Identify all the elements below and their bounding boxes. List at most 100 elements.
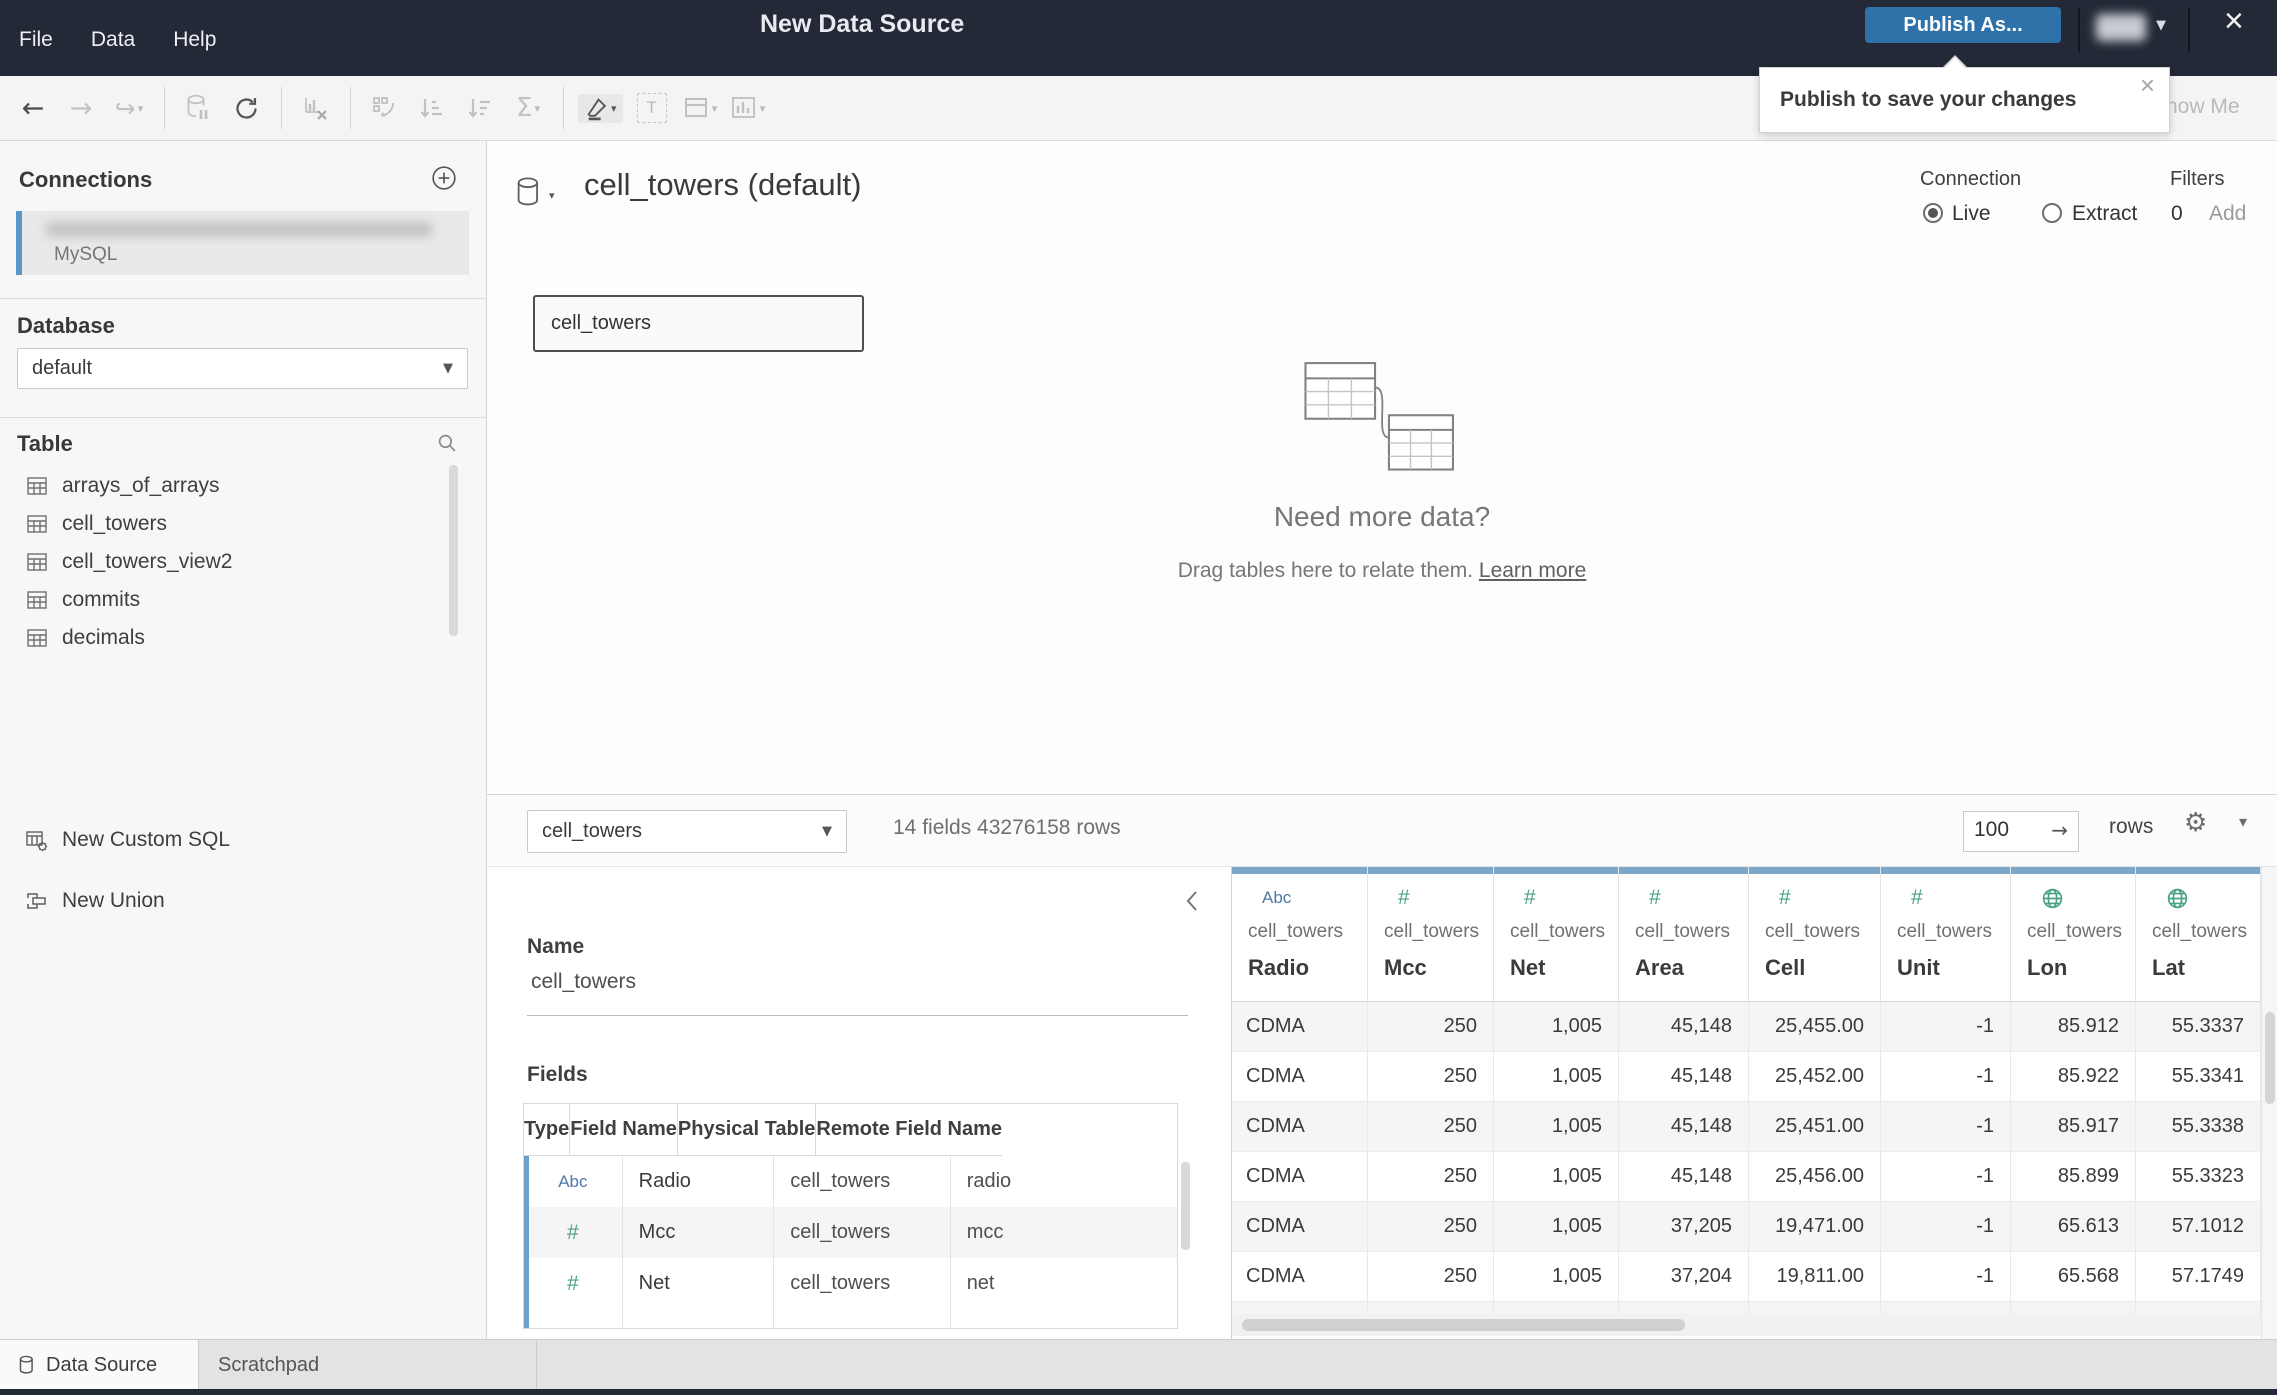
grid-cell: -1 — [1881, 1252, 2011, 1301]
titlebar-separator — [2188, 8, 2190, 52]
totals-icon[interactable]: Σ ▾ — [509, 88, 547, 128]
connection-section-label: Connection — [1920, 168, 2022, 190]
name-value-field[interactable]: cell_towers — [531, 970, 636, 994]
column-type-icon: # — [1911, 886, 1923, 909]
field-row[interactable]: # Mcc cell_towers mcc — [524, 1207, 1177, 1258]
search-icon[interactable] — [437, 433, 457, 458]
field-row[interactable]: Abc Radio cell_towers radio — [524, 1156, 1177, 1207]
show-mark-labels-icon[interactable]: ▾ — [729, 88, 767, 128]
apply-row-count-icon[interactable]: → — [2051, 818, 2068, 842]
tab-scratchpad[interactable]: Scratchpad — [199, 1340, 537, 1390]
grid-vertical-scrollbar[interactable] — [2261, 867, 2277, 1339]
tooltip-close-icon[interactable]: × — [2140, 70, 2155, 101]
learn-more-link[interactable]: Learn more — [1479, 559, 1586, 582]
pause-updates-icon[interactable] — [179, 88, 217, 128]
redo-icon[interactable]: → — [62, 88, 100, 128]
highlight-icon[interactable]: ▾ — [578, 88, 623, 128]
sidebar-table-item[interactable]: cell_towers_view2 — [0, 543, 470, 581]
datasource-caret-icon[interactable]: ▾ — [549, 189, 555, 202]
table-title: Table — [17, 431, 73, 456]
field-row[interactable]: # Net cell_towers net — [524, 1258, 1177, 1309]
column-selection-bar — [2011, 867, 2135, 874]
menu-item[interactable]: Help — [173, 28, 216, 52]
grid-cell: CDMA — [1232, 1002, 1368, 1051]
fit-icon[interactable]: ▾ — [681, 88, 719, 128]
connection-item[interactable]: MySQL — [16, 211, 469, 275]
live-radio[interactable] — [1923, 203, 1943, 223]
window-close-icon[interactable]: × — [2224, 4, 2244, 38]
publish-as-button[interactable]: Publish As... — [1865, 7, 2061, 43]
clear-sheet-icon[interactable] — [296, 88, 334, 128]
canvas-table-cell-towers[interactable]: cell_towers — [533, 295, 864, 352]
grid-cell: 85.899 — [2011, 1152, 2136, 1201]
refresh-icon[interactable] — [227, 88, 265, 128]
filters-add-button[interactable]: Add — [2209, 202, 2246, 226]
grid-row: CDMA 250 1,005 37,205 19,471.00 -1 65.613 57.10… — [1232, 1202, 2277, 1252]
user-avatar[interactable] — [2096, 14, 2146, 41]
database-select[interactable]: default ▼ — [17, 348, 468, 389]
fields-scrollbar[interactable] — [1181, 1162, 1190, 1250]
undo-icon[interactable]: ← — [14, 88, 52, 128]
grid-cell: CDMA — [1232, 1202, 1368, 1251]
sidebar-table-item[interactable]: commits — [0, 581, 470, 619]
column-selection-bar — [2136, 867, 2260, 874]
extract-radio[interactable] — [2042, 203, 2062, 223]
sidebar-table-item[interactable]: cell_towers — [0, 505, 470, 543]
column-selection-bar — [1232, 867, 1367, 874]
relate-tables-icon — [1304, 362, 1454, 471]
table-list-scrollbar[interactable] — [449, 465, 458, 636]
field-type-icon: Abc — [524, 1156, 623, 1207]
publish-tooltip: Publish to save your changes × — [1759, 55, 2170, 133]
column-type-icon — [2166, 885, 2189, 911]
column-type-icon: # — [1779, 886, 1791, 909]
grid-column-header-lon[interactable]: cell_towers Lon — [2011, 867, 2136, 1002]
replay-icon[interactable]: ↪ ▾ — [110, 88, 148, 128]
grid-cell: 1,005 — [1494, 1252, 1619, 1301]
row-count-input[interactable] — [1974, 818, 2044, 842]
swap-rows-columns-icon[interactable] — [365, 88, 403, 128]
name-label: Name — [527, 935, 585, 958]
grid-horizontal-scrollbar[interactable] — [1232, 1314, 2261, 1336]
fields-table-header: Type Field Name Physical Table Remote Field… — [524, 1104, 1177, 1156]
grid-cell: 45,148 — [1619, 1052, 1749, 1101]
grid-column-header-unit[interactable]: # cell_towers Unit — [1881, 867, 2011, 1002]
fields-column-header: Physical Table — [677, 1104, 817, 1156]
grid-table-select[interactable]: cell_towers ▼ — [527, 810, 847, 853]
grid-cell: 57.1773 — [2136, 1302, 2261, 1314]
grid-cell: CDMA — [1232, 1252, 1368, 1301]
sidebar-table-item[interactable]: arrays_of_arrays — [0, 467, 470, 505]
new-union[interactable]: New Union — [0, 882, 165, 920]
field-row-summary: 14 fields 43276158 rows — [893, 816, 1121, 839]
sort-descending-icon[interactable] — [461, 88, 499, 128]
column-type-icon: # — [1398, 886, 1410, 909]
grid-column-header-net[interactable]: # cell_towers Net — [1494, 867, 1619, 1002]
grid-collapse-chevron-icon[interactable]: ▾ — [2239, 812, 2247, 831]
sort-ascending-icon[interactable] — [413, 88, 451, 128]
filters-count: 0 — [2171, 202, 2183, 225]
column-selection-bar — [1494, 867, 1618, 874]
datasource-icon[interactable] — [516, 177, 542, 212]
grid-column-header-cell[interactable]: # cell_towers Cell — [1749, 867, 1881, 1002]
grid-column-header-radio[interactable]: Abc cell_towers Radio — [1232, 867, 1368, 1002]
menu-item[interactable]: File — [19, 28, 53, 52]
grid-cell: 1,005 — [1494, 1202, 1619, 1251]
text-label-icon[interactable]: T — [633, 88, 671, 128]
grid-settings-gear-icon[interactable]: ⚙ — [2184, 808, 2207, 838]
add-connection-icon[interactable] — [431, 165, 457, 196]
collapse-panel-icon[interactable] — [1185, 889, 1199, 918]
data-grid-rows: CDMA 250 1,005 45,148 25,455.00 -1 85.912 55.33… — [1232, 1002, 2277, 1314]
column-selection-bar — [1881, 867, 2010, 874]
empty-state: Need more data? Drag tables here to rela… — [1032, 356, 1732, 583]
tab-data-source[interactable]: Data Source — [0, 1340, 199, 1390]
new-custom-sql[interactable]: New Custom SQL — [0, 821, 230, 859]
grid-column-header-lat[interactable]: cell_towers Lat — [2136, 867, 2261, 1002]
grid-column-header-mcc[interactable]: # cell_towers Mcc — [1368, 867, 1494, 1002]
avatar-caret-icon[interactable]: ▼ — [2156, 18, 2166, 33]
datasource-title: cell_towers (default) — [584, 167, 862, 202]
grid-row: CDMA 250 1,005 37,204 19,811.00 -1 65.568 57.17… — [1232, 1252, 2277, 1302]
grid-column-header-area[interactable]: # cell_towers Area — [1619, 867, 1749, 1002]
grid-cell: 250 — [1368, 1152, 1494, 1201]
left-pane: Connections MySQL Database default ▼ Tab… — [0, 141, 487, 1339]
menu-item[interactable]: Data — [91, 28, 135, 52]
sidebar-table-item[interactable]: decimals — [0, 619, 470, 657]
